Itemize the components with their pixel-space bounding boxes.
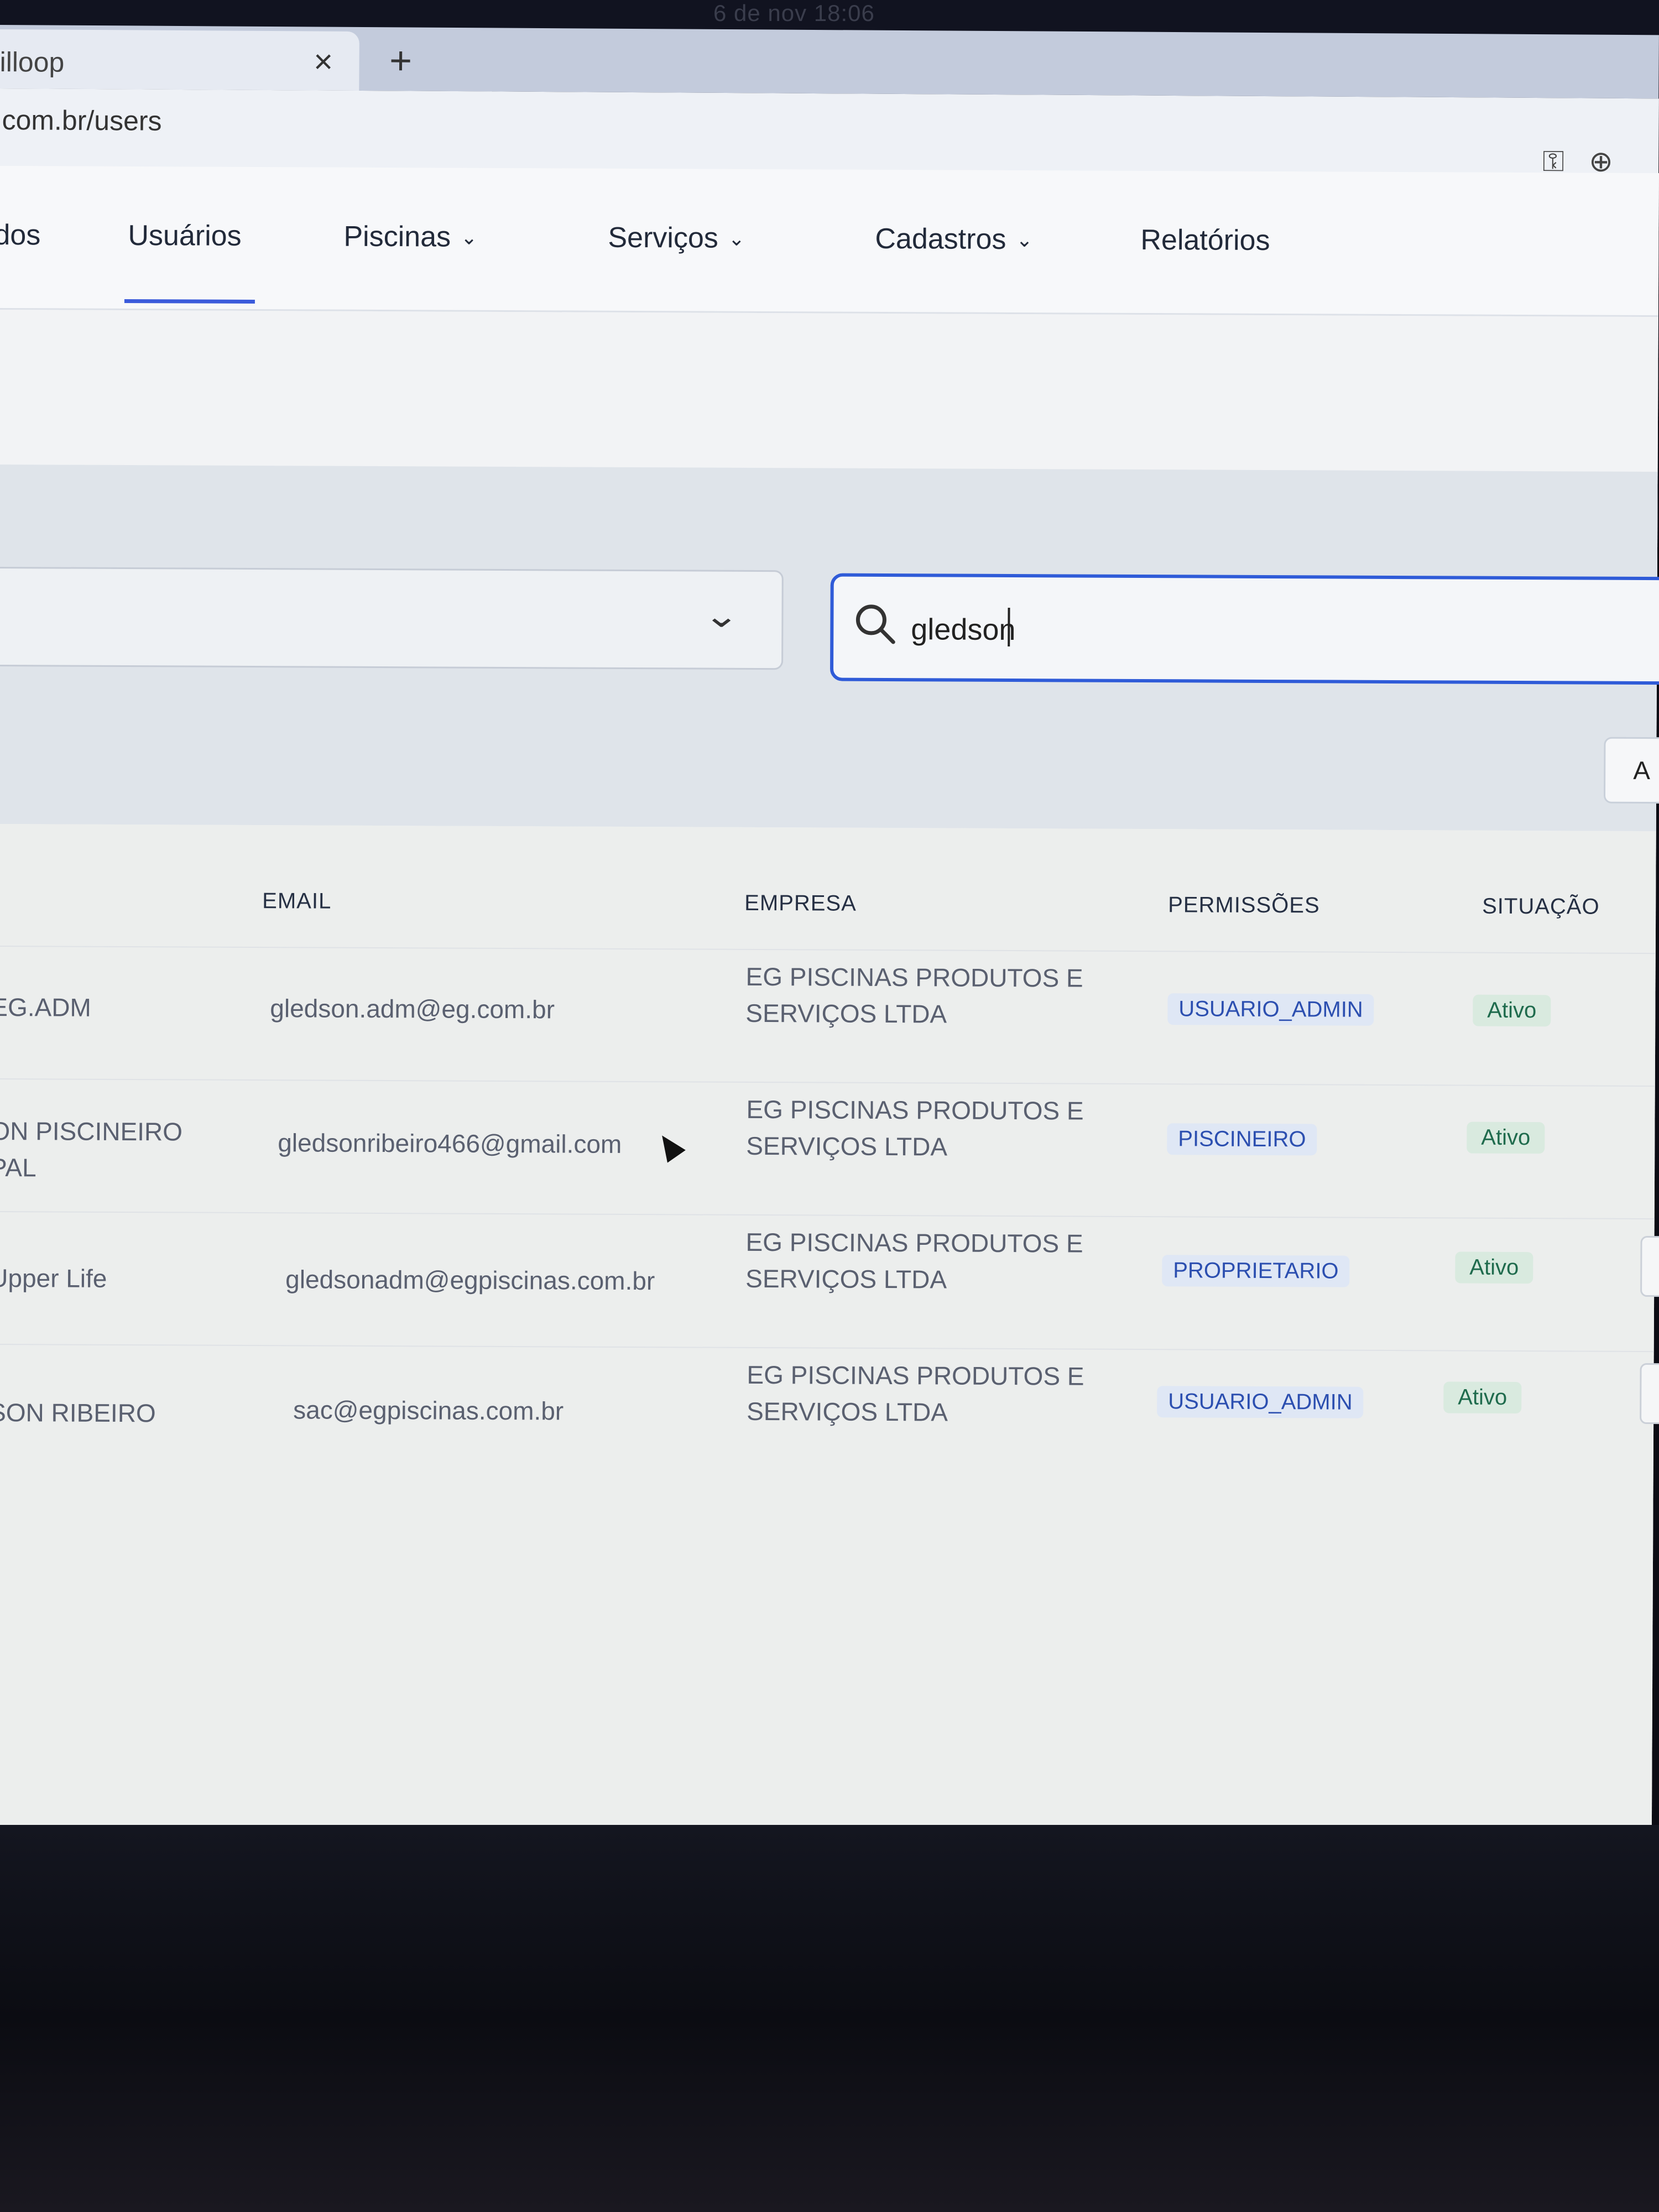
- row-action-button[interactable]: [1640, 1363, 1659, 1425]
- laptop-bezel: [0, 1825, 1659, 2212]
- browser-tab[interactable]: illoop ×: [0, 29, 359, 91]
- user-name: ON PISCINEIRO PAL: [0, 1116, 183, 1182]
- column-header-empresa[interactable]: EMPRESA: [744, 891, 857, 916]
- status-badge: Ativo: [1455, 1251, 1533, 1284]
- user-name: SON RIBEIRO: [0, 1397, 156, 1428]
- search-input[interactable]: [911, 604, 1630, 658]
- web-page: dos Usuários Piscinas ⌄ Serviços ⌄ Cadastr…: [0, 166, 1659, 1833]
- tab-title: illoop: [0, 46, 65, 78]
- status-badge: Ativo: [1443, 1381, 1522, 1414]
- permission-badge: USUARIO_ADMIN: [1167, 993, 1374, 1026]
- row-action-button[interactable]: [1640, 1235, 1659, 1297]
- chevron-down-icon: ⌄: [703, 597, 740, 634]
- user-email: gledsonadm@egpiscinas.com.br: [285, 1265, 655, 1296]
- nav-item-cadastros[interactable]: Cadastros ⌄: [875, 222, 1032, 256]
- permission-badge: PISCINEIRO: [1167, 1123, 1317, 1156]
- chevron-down-icon: ⌄: [1016, 228, 1033, 252]
- nav-item-servicos[interactable]: Serviços ⌄: [608, 221, 745, 255]
- table-row[interactable]: SON RIBEIRO sac@egpiscinas.com.br EG PIS…: [0, 1343, 1659, 1484]
- permission-badge: PROPRIETARIO: [1162, 1255, 1350, 1287]
- browser-tabstrip: illoop × +: [0, 25, 1659, 99]
- users-table: EMAIL EMPRESA PERMISSÕES SITUAÇÃO EG.ADM…: [0, 823, 1659, 1833]
- chevron-down-icon: ⌄: [460, 226, 478, 249]
- chevron-down-icon: ⌄: [728, 227, 745, 250]
- column-header-email[interactable]: EMAIL: [262, 889, 331, 914]
- close-icon[interactable]: ×: [304, 42, 342, 81]
- user-company: EG PISCINAS PRODUTOS E SERVIÇOS LTDA: [745, 1227, 1083, 1294]
- side-action-button[interactable]: A: [1603, 737, 1659, 804]
- user-name: Upper Life: [0, 1263, 107, 1293]
- user-company: EG PISCINAS PRODUTOS E SERVIÇOS LTDA: [747, 1360, 1084, 1427]
- user-email: gledsonribeiro466@gmail.com: [278, 1128, 622, 1159]
- user-email: gledson.adm@eg.com.br: [270, 994, 555, 1024]
- status-badge: Ativo: [1467, 1121, 1545, 1154]
- filter-select[interactable]: ⌄: [0, 566, 784, 670]
- nav-item-dos[interactable]: dos: [0, 218, 40, 252]
- nav-item-usuarios[interactable]: Usuários: [128, 219, 241, 253]
- top-nav: dos Usuários Piscinas ⌄ Serviços ⌄ Cadastr…: [0, 166, 1659, 317]
- user-email: sac@egpiscinas.com.br: [293, 1395, 564, 1426]
- table-row[interactable]: ON PISCINEIRO PAL gledsonribeiro466@gmai…: [0, 1078, 1655, 1219]
- table-row[interactable]: EG.ADM gledson.adm@eg.com.br EG PISCINAS…: [0, 945, 1656, 1086]
- search-field[interactable]: [830, 573, 1659, 685]
- nav-item-relatorios[interactable]: Relatórios: [1140, 223, 1270, 257]
- column-header-situacao[interactable]: SITUAÇÃO: [1482, 894, 1600, 920]
- nav-item-piscinas[interactable]: Piscinas ⌄: [343, 220, 477, 254]
- text-caret: [1008, 607, 1010, 646]
- url-text[interactable]: .com.br/users: [0, 104, 162, 137]
- user-name: EG.ADM: [0, 992, 91, 1022]
- os-clock: 6 de nov 18:06: [713, 0, 875, 26]
- user-company: EG PISCINAS PRODUTOS E SERVIÇOS LTDA: [745, 962, 1083, 1029]
- status-badge: Ativo: [1473, 994, 1551, 1027]
- active-tab-indicator: [124, 299, 255, 304]
- mouse-cursor: [653, 1129, 686, 1163]
- new-tab-button[interactable]: +: [381, 39, 420, 82]
- table-header: EMAIL EMPRESA PERMISSÕES SITUAÇÃO: [0, 824, 1656, 953]
- search-icon: [855, 604, 895, 644]
- filter-area: ⌄ A: [0, 464, 1659, 832]
- column-header-permissoes[interactable]: PERMISSÕES: [1168, 893, 1320, 918]
- user-company: EG PISCINAS PRODUTOS E SERVIÇOS LTDA: [746, 1094, 1084, 1161]
- permission-badge: USUARIO_ADMIN: [1157, 1386, 1364, 1418]
- table-row[interactable]: Upper Life gledsonadm@egpiscinas.com.br …: [0, 1211, 1659, 1352]
- photo-stage: 6 de nov 18:06 illoop × + .com.br/users …: [0, 0, 1659, 2212]
